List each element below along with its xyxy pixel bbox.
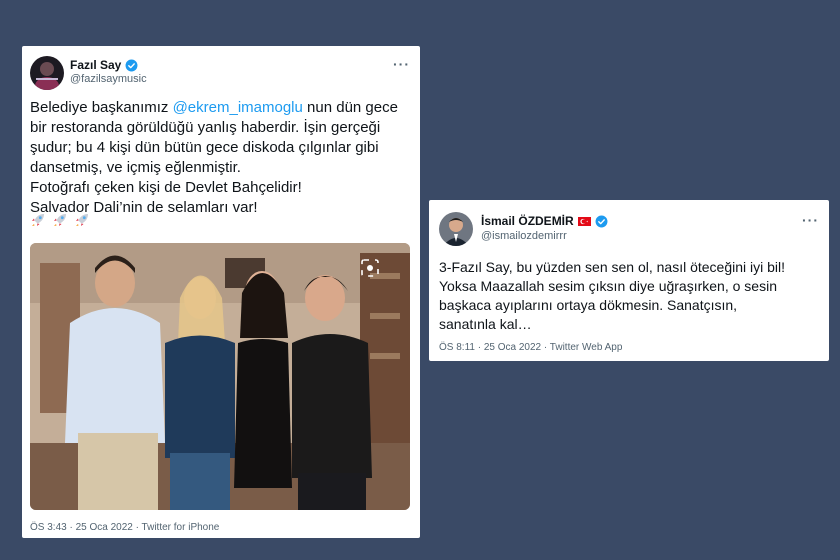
tweet-card-ismail-ozdemir[interactable]: İsmail ÖZDEMİR @ismailozdemirrr ··· 3-Fa… [429, 200, 829, 361]
author-name[interactable]: İsmail ÖZDEMİR [481, 214, 574, 228]
verified-badge-icon [125, 59, 138, 71]
tweet-text-part: Belediye başkanımız [30, 99, 173, 116]
tweet-card-fazil-say[interactable]: Fazıl Say @fazilsaymusic ··· Belediye ba… [22, 46, 420, 538]
mention-link[interactable]: @ekrem_imamoglu [173, 99, 303, 116]
rocket-icon [32, 214, 44, 226]
tweet-text: Belediye başkanımız @ekrem_imamoglu nun … [30, 98, 415, 218]
avatar[interactable] [30, 56, 64, 90]
author-name[interactable]: Fazıl Say [70, 58, 121, 72]
tweet-text-part: nun dün gece bir restoranda görüldüğü ya… [30, 99, 398, 216]
more-options-button[interactable]: ··· [393, 56, 410, 72]
author-handle[interactable]: @fazilsaymusic [70, 73, 147, 85]
rocket-icon [76, 214, 88, 226]
tweet-photo[interactable] [30, 243, 410, 510]
verified-badge-icon [595, 215, 608, 227]
author-handle[interactable]: @ismailozdemirrr [481, 230, 567, 242]
more-options-button[interactable]: ··· [802, 212, 819, 228]
turkish-flag-icon [577, 216, 591, 226]
tweet-text: 3-Fazıl Say, bu yüzden sen sen ol, nasıl… [439, 259, 786, 332]
avatar[interactable] [439, 212, 473, 246]
emoji-row [30, 212, 90, 228]
tweet-timestamp[interactable]: ÖS 3:43 · 25 Oca 2022 · Twitter for iPho… [30, 522, 219, 533]
tweet-timestamp[interactable]: ÖS 8:11 · 25 Oca 2022 · Twitter Web App [439, 342, 622, 353]
rocket-icon [54, 214, 66, 226]
